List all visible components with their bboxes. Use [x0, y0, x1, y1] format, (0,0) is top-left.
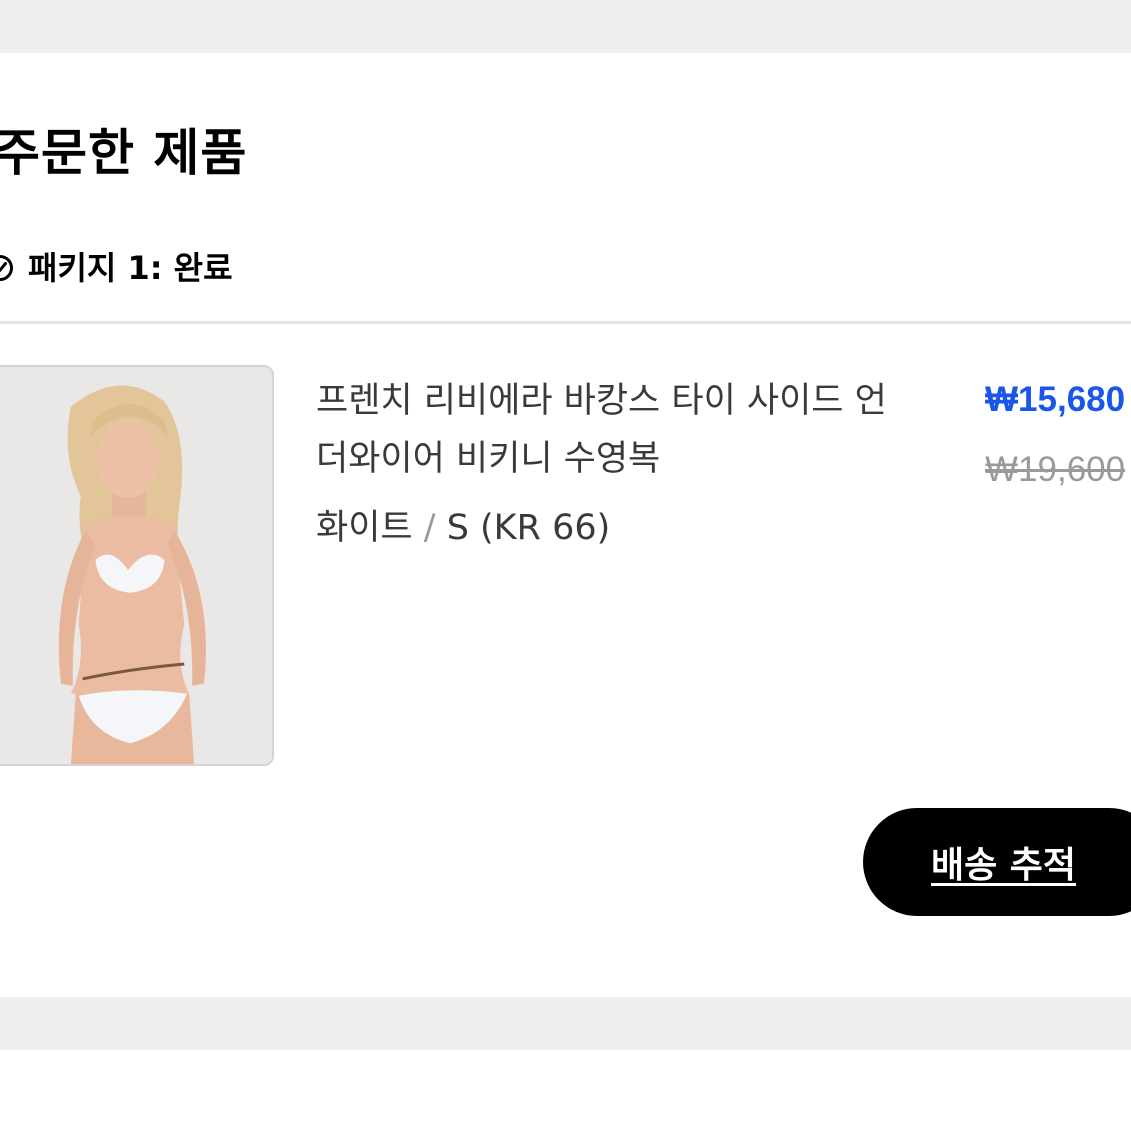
original-price: ₩19,600 [985, 450, 1126, 489]
product-variant: 화이트 / S (KR 66) [316, 500, 610, 556]
top-band [0, 0, 1131, 53]
product-name[interactable]: 프렌치 리비에라 바캉스 타이 사이드 언 더와이어 비키니 수영복 [316, 372, 956, 488]
bottom-band [0, 997, 1131, 1050]
product-image[interactable] [0, 365, 274, 766]
variant-separator: / [423, 508, 436, 548]
variant-color: 화이트 [316, 508, 413, 548]
package-status: 패키지 1: 완료 [0, 248, 233, 288]
variant-size: S (KR 66) [446, 508, 611, 548]
track-shipment-button[interactable]: 배송 추적 [863, 808, 1131, 916]
package-label: 패키지 1: 완료 [28, 249, 233, 287]
divider [0, 321, 1131, 324]
section-title: 주문한 제품 [0, 124, 248, 182]
product-name-line: 더와이어 비키니 수영복 [316, 439, 661, 479]
check-circle-icon [0, 255, 13, 281]
product-name-line: 프렌치 리비에라 바캉스 타이 사이드 언 [316, 381, 887, 421]
sale-price: ₩15,680 [985, 380, 1126, 419]
